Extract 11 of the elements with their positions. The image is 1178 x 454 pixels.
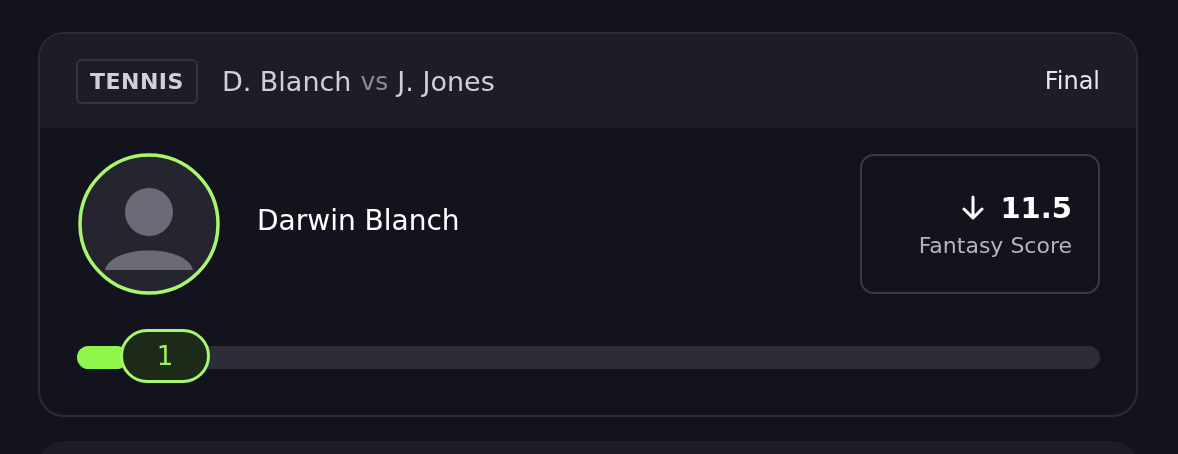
- versus-label: vs: [360, 66, 389, 96]
- down-arrow-icon: [962, 194, 985, 221]
- match-status: Final: [1044, 67, 1100, 95]
- player-name: Darwin Blanch: [257, 203, 460, 237]
- progress-marker: 1: [120, 329, 211, 383]
- sport-tag: TENNIS: [76, 58, 198, 104]
- score-value: 11.5: [1000, 190, 1072, 225]
- player-a-name: D. Blanch: [221, 65, 352, 97]
- player-b-name: J. Jones: [397, 65, 495, 97]
- score-label: Fantasy Score: [918, 232, 1072, 258]
- avatar-icon: [77, 152, 221, 296]
